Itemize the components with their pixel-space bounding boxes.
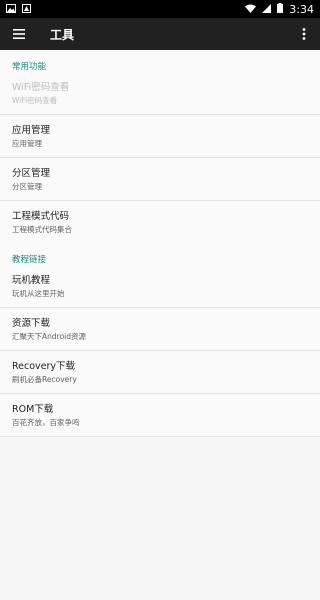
wifi-icon xyxy=(245,3,257,16)
toolbar: 工具 xyxy=(0,18,320,50)
item-title: ROM下载 xyxy=(12,404,54,415)
item-subtitle: 分区管理 xyxy=(12,182,42,191)
status-time: 3:34 xyxy=(289,2,314,16)
item-subtitle: 工程模式代码集合 xyxy=(12,225,72,234)
battery-icon xyxy=(277,2,284,16)
list-item-wifi-password[interactable]: WiFi密码查看 WiFi密码查看 xyxy=(0,72,320,115)
list-item-engineering-codes[interactable]: 工程模式代码 工程模式代码集合 xyxy=(0,201,320,243)
image-icon xyxy=(6,3,16,16)
more-vert-icon[interactable] xyxy=(296,25,312,43)
page-title: 工具 xyxy=(50,27,75,42)
list-item-app-manager[interactable]: 应用管理 应用管理 xyxy=(0,115,320,158)
item-title: Recovery下载 xyxy=(12,361,76,372)
list-item-resource-download[interactable]: 资源下载 汇聚天下Android资源 xyxy=(0,308,320,351)
list-item-tutorials[interactable]: 玩机教程 玩机从这里开始 xyxy=(0,265,320,308)
item-title: 工程模式代码 xyxy=(12,211,70,222)
item-subtitle: 汇聚天下Android资源 xyxy=(12,332,86,341)
item-subtitle: 玩机从这里开始 xyxy=(12,289,65,298)
item-title: 玩机教程 xyxy=(12,275,51,286)
item-subtitle: 刷机必备Recovery xyxy=(12,375,77,384)
signal-icon xyxy=(262,3,272,16)
item-title: WiFi密码查看 xyxy=(12,82,70,93)
list-item-partition-manager[interactable]: 分区管理 分区管理 xyxy=(0,158,320,201)
list-item-rom-download[interactable]: ROM下载 百花齐放，百家争鸣 xyxy=(0,394,320,437)
notification-icon xyxy=(22,3,31,16)
status-bar: 3:34 xyxy=(0,0,320,18)
menu-icon[interactable] xyxy=(10,25,28,43)
section-header-common: 常用功能 xyxy=(12,62,47,72)
settings-list: 常用功能 WiFi密码查看 WiFi密码查看 应用管理 应用管理 分区管理 分区… xyxy=(0,50,320,437)
list-item-recovery-download[interactable]: Recovery下载 刷机必备Recovery xyxy=(0,351,320,394)
item-subtitle: WiFi密码查看 xyxy=(12,96,58,105)
section-header-tutorials: 教程链接 xyxy=(12,255,47,265)
item-subtitle: 应用管理 xyxy=(12,139,42,148)
item-subtitle: 百花齐放，百家争鸣 xyxy=(12,418,80,427)
item-title: 分区管理 xyxy=(12,168,51,179)
item-title: 资源下载 xyxy=(12,318,51,329)
item-title: 应用管理 xyxy=(12,125,51,136)
